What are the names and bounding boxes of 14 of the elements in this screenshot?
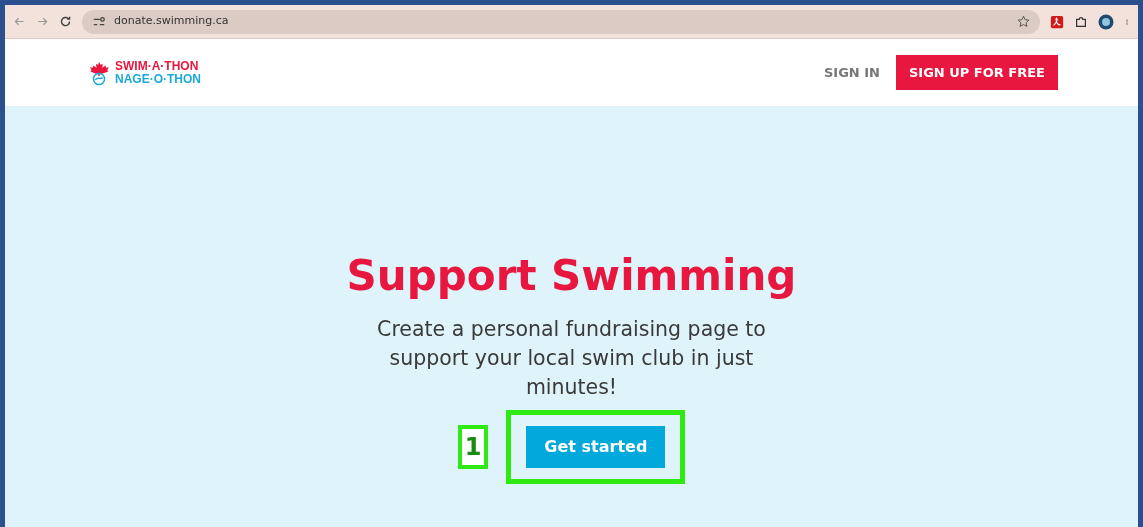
logo-text: SWIM·A·THON xyxy=(115,59,200,73)
logo-text: NAGE·O·THON xyxy=(115,72,201,86)
puzzle-icon[interactable] xyxy=(1074,14,1088,29)
sign-up-button[interactable]: SIGN UP FOR FREE xyxy=(896,54,1058,91)
avatar-icon[interactable] xyxy=(1098,13,1114,30)
hero-title: Support Swimming xyxy=(346,251,797,302)
pdf-icon[interactable] xyxy=(1050,14,1064,29)
reload-icon[interactable] xyxy=(59,15,72,28)
get-started-button[interactable]: Get started xyxy=(526,426,666,469)
url-text[interactable]: donate.swimming.ca xyxy=(114,13,229,30)
star-icon[interactable] xyxy=(1017,15,1030,28)
sign-in-link[interactable]: SIGN IN xyxy=(824,62,880,83)
hero-description: Create a personal fundraising page to support your local swim club in just minutes! xyxy=(376,316,767,402)
annotation-label: 1 xyxy=(457,425,489,470)
